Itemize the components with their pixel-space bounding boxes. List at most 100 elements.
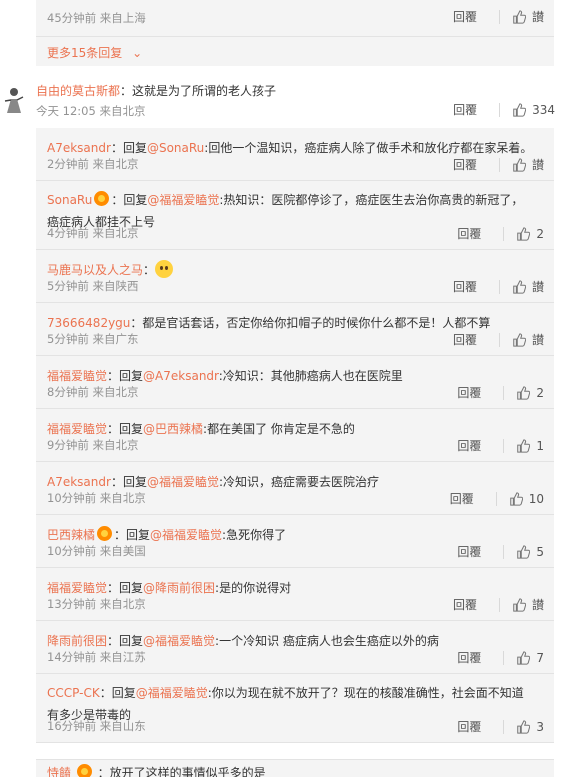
reply-row: A7eksandr：回复@SonaRu:回他一个温知识，癌症病人除了做手术和放化… (36, 128, 554, 181)
mention-link[interactable]: @A7eksandr (143, 369, 219, 383)
badge-icon (97, 526, 113, 541)
divider (498, 597, 500, 612)
reply-prefix: ：都是官话套话，否定你给你扣帽子的时候你什么都不是！人都不算 (130, 316, 491, 330)
like-button[interactable]: 讃 (512, 8, 544, 25)
reply-actions: 回覆 7 (457, 649, 544, 666)
divider (503, 438, 505, 453)
reply-username[interactable]: A7eksandr (47, 475, 111, 489)
like-button[interactable]: 讃 (512, 278, 544, 295)
like-count: 2 (536, 226, 544, 241)
reply-button[interactable]: 回覆 (457, 437, 481, 454)
mention-link[interactable]: @福福爱瞌觉 (136, 686, 208, 700)
like-button[interactable]: 3 (516, 720, 544, 734)
reply-button[interactable]: 回覆 (453, 156, 477, 173)
mention-link[interactable]: @福福爱瞌觉 (147, 193, 219, 207)
reply-button[interactable]: 回覆 (453, 331, 477, 348)
mention-link[interactable]: @降雨前很困 (143, 581, 215, 595)
thumbs-up-icon (517, 385, 531, 400)
divider (503, 719, 505, 734)
reply-button[interactable]: 回覆 (450, 490, 474, 507)
reply-actions: 回覆 5 (457, 543, 544, 560)
divider (495, 491, 497, 506)
reply-text: :回他一个温知识，癌症病人除了做手术和放化疗都在家呆着。 (204, 141, 533, 155)
reply-meta: 10分钟前 来自美国 (47, 544, 146, 558)
mention-link[interactable]: @巴西辣橘 (143, 422, 203, 436)
reply-button[interactable]: 回覆 (453, 8, 477, 25)
reply-username[interactable]: 马鹿马以及人之马 (47, 263, 143, 277)
reply-button[interactable]: 回覆 (457, 225, 481, 242)
reply-actions: 回覆 讃 (453, 156, 544, 173)
reply-username[interactable]: CCCP-CK (47, 686, 100, 700)
reply-username[interactable]: 73666482ygu (47, 316, 130, 330)
like-count: 10 (528, 491, 544, 506)
reply-username[interactable]: 福福爱瞌觉 (47, 422, 107, 436)
like-count: 讃 (531, 333, 544, 347)
divider (498, 9, 500, 24)
reply-username[interactable]: 福福爱瞌觉 (47, 369, 107, 383)
reply-row: 福福爱瞌觉：回复@A7eksandr:冷知识：其他肺癌病人也在医院里 8分钟前 来… (36, 356, 554, 409)
reply-row: SonaRu ：回复@福福爱瞌觉:热知识：医院都停诊了，癌症医生去治你高贵的新冠了… (36, 181, 554, 250)
reply-actions: 回覆 2 (457, 225, 544, 242)
comment-meta: 今天 12:05 来自北京 (36, 104, 146, 118)
like-button[interactable]: 讃 (512, 156, 544, 173)
reply-prefix: ：回复 (107, 422, 144, 436)
like-button[interactable]: 334 (512, 103, 555, 117)
like-count: 334 (532, 102, 555, 117)
reply-username[interactable]: SonaRu (47, 193, 92, 207)
reply-prefix: ：回复 (99, 686, 136, 700)
like-button[interactable]: 1 (516, 439, 544, 453)
reply-button[interactable]: 回覆 (457, 543, 481, 560)
reply-prefix: ：回复 (114, 528, 151, 542)
reply-meta: 16分钟前 来自山东 (47, 719, 146, 733)
reply-row: 福福爱瞌觉：回复@降雨前很困:是的你说得对 13分钟前 来自北京 回覆 讃 (36, 568, 554, 621)
like-button[interactable]: 7 (516, 651, 544, 665)
thumbs-up-icon (517, 650, 531, 665)
avatar[interactable] (3, 85, 25, 115)
like-count: 讃 (531, 280, 544, 294)
more-replies-link[interactable]: 更多15条回复 ⌄ (47, 44, 142, 61)
reply-meta: 9分钟前 来自北京 (47, 438, 139, 452)
reply-username[interactable]: 恃饁 (47, 766, 71, 777)
reply-button[interactable]: 回覆 (457, 718, 481, 735)
like-count: 1 (536, 438, 544, 453)
emoji-icon (155, 260, 174, 278)
reply-row: 73666482ygu：都是官话套话，否定你给你扣帽子的时候你什么都不是！人都不… (36, 303, 554, 356)
reply-actions: 回覆 2 (457, 384, 544, 401)
reply-row: 降雨前很困：回复@福福爱瞌觉:一个冷知识 癌症病人也会生癌症以外的病 14分钟前 … (36, 621, 554, 674)
comment-username[interactable]: 自由的莫古斯都 (36, 84, 120, 98)
like-button[interactable]: 2 (516, 227, 544, 241)
thumbs-up-icon (513, 102, 527, 117)
mention-link[interactable]: @SonaRu (147, 141, 204, 155)
mention-link[interactable]: @福福爱瞌觉 (143, 634, 215, 648)
reply-button[interactable]: 回覆 (453, 596, 477, 613)
reply-prefix: ：回复 (110, 141, 147, 155)
badge-icon (76, 764, 92, 777)
reply-actions: 回覆 3 (457, 718, 544, 735)
reply-row: 马鹿马以及人之马： 5分钟前 来自陕西 回覆 讃 (36, 250, 554, 303)
like-button[interactable]: 10 (509, 492, 544, 506)
reply-button[interactable]: 回覆 (457, 384, 481, 401)
divider (498, 279, 500, 294)
divider (498, 332, 500, 347)
like-button[interactable]: 2 (516, 386, 544, 400)
reply-button[interactable]: 回覆 (453, 278, 477, 295)
reply-username[interactable]: 福福爱瞌觉 (47, 581, 107, 595)
mention-link[interactable]: @福福爱瞌觉 (150, 528, 222, 542)
thumbs-up-icon (513, 9, 526, 24)
thumbs-up-icon (517, 226, 531, 241)
reply-actions: 回覆 讃 (453, 278, 544, 295)
main-comment: 自由的莫古斯都：这就是为了所谓的老人孩子 今天 12:05 来自北京 回覆 33… (0, 76, 567, 128)
mention-link[interactable]: @福福爱瞌觉 (147, 475, 219, 489)
reply-username[interactable]: 巴西辣橘 (47, 528, 95, 542)
like-button[interactable]: 讃 (512, 331, 544, 348)
divider (503, 544, 505, 559)
reply-username[interactable]: 降雨前很困 (47, 634, 107, 648)
like-count: 讃 (531, 158, 544, 172)
like-button[interactable]: 5 (516, 545, 544, 559)
like-button[interactable]: 讃 (512, 596, 544, 613)
reply-username[interactable]: A7eksandr (47, 141, 111, 155)
reply-meta: 2分钟前 来自北京 (47, 157, 139, 171)
reply-button[interactable]: 回覆 (457, 649, 481, 666)
bottom-reply-block: 恃饁 ：放开了这样的事情似乎多的是 (36, 759, 554, 777)
reply-button[interactable]: 回覆 (453, 101, 477, 118)
